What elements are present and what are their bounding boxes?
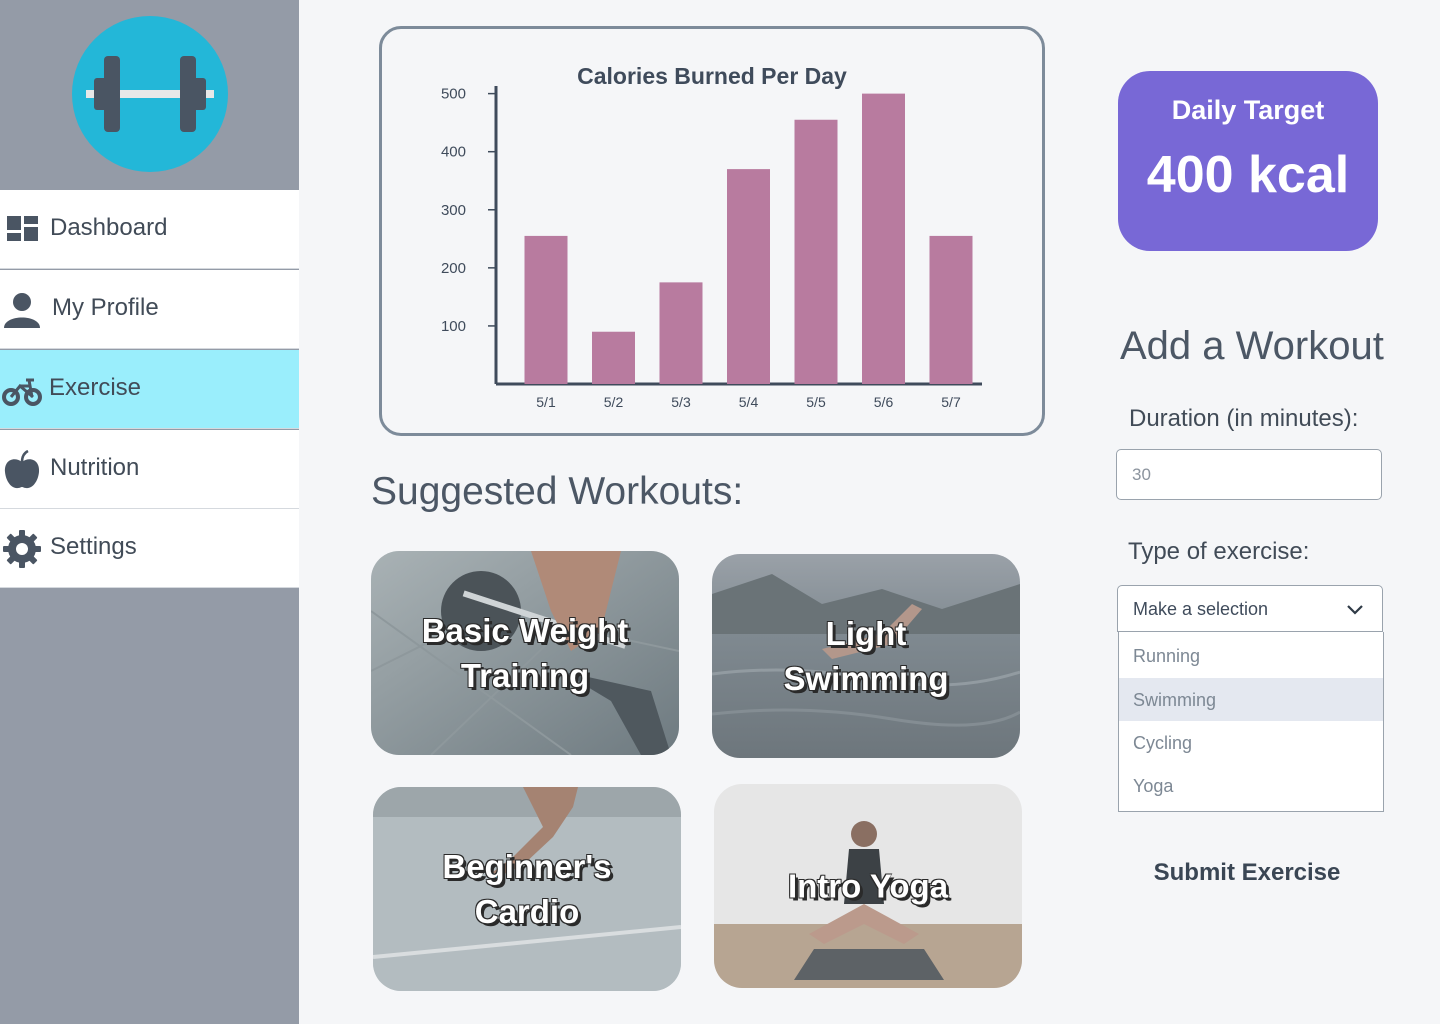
duration-input[interactable] (1116, 449, 1382, 500)
option-label: Yoga (1133, 776, 1174, 796)
bar-5-1 (524, 235, 568, 384)
y-tick-label: 200 (441, 260, 466, 277)
x-tick-label: 5/4 (739, 394, 759, 410)
bar-5-7 (929, 235, 973, 384)
option-running[interactable]: Running (1119, 634, 1383, 677)
daily-target-value: 400 kcal (1146, 146, 1350, 204)
bar-5-2 (592, 331, 635, 384)
gear-icon (3, 530, 41, 568)
sidebar-item-label: My Profile (52, 294, 159, 321)
sidebar-item-dashboard[interactable]: Dashboard (0, 190, 299, 269)
option-label: Running (1133, 646, 1201, 666)
workout-card-label: Basic Weight Training (421, 612, 629, 694)
option-label: Swimming (1133, 690, 1217, 710)
exercise-type-select[interactable]: Make a selection (1117, 585, 1383, 632)
submit-exercise-button[interactable]: Submit Exercise (1118, 855, 1376, 891)
workout-card-label: Light Swimming (783, 615, 949, 697)
y-tick-label: 500 (441, 86, 466, 103)
sidebar: Dashboard My Profile Exercise Nutrition (0, 0, 299, 1024)
workout-card-label: Intro Yoga (787, 867, 949, 905)
add-workout-title: Add a Workout (1120, 324, 1384, 368)
workout-card-weight-training[interactable]: Basic Weight Training (371, 551, 679, 755)
exercise-type-dropdown: Running Swimming Cycling Yoga (1118, 632, 1384, 812)
user-icon (4, 293, 40, 328)
logo-area (0, 0, 299, 190)
workout-card-intro-yoga[interactable]: Intro Yoga (714, 784, 1022, 988)
workout-card-label: Beginner's Cardio (442, 848, 612, 930)
bar-5-4 (727, 169, 770, 384)
dumbbell-icon[interactable] (72, 16, 228, 172)
option-yoga[interactable]: Yoga (1119, 764, 1383, 807)
option-cycling[interactable]: Cycling (1119, 721, 1383, 764)
x-tick-label: 5/5 (806, 394, 826, 410)
bar-5-3 (659, 282, 703, 384)
sidebar-item-settings[interactable]: Settings (0, 509, 299, 588)
option-label: Cycling (1133, 733, 1193, 753)
bar-5-5 (794, 119, 838, 384)
sidebar-item-exercise[interactable]: Exercise (0, 350, 299, 429)
x-tick-label: 5/2 (604, 394, 624, 410)
bicycle-icon (2, 378, 42, 406)
sidebar-item-nutrition[interactable]: Nutrition (0, 430, 299, 509)
duration-label: Duration (in minutes): (1129, 405, 1359, 432)
y-tick-label: 400 (441, 144, 466, 161)
daily-target-card: Daily Target 400 kcal (1118, 71, 1378, 251)
suggested-workouts-title: Suggested Workouts: (371, 470, 744, 513)
calories-chart-card: Calories Burned Per Day 100 200 300 400 500 5… (379, 26, 1045, 436)
option-swimming[interactable]: Swimming (1119, 678, 1383, 721)
exercise-type-label: Type of exercise: (1128, 538, 1310, 565)
x-tick-label: 5/7 (941, 394, 961, 410)
workout-card-beginners-cardio[interactable]: Beginner's Cardio (373, 787, 681, 991)
chevron-down-icon (1347, 605, 1363, 615)
x-tick-label: 5/6 (874, 394, 894, 410)
sidebar-item-label: Settings (50, 533, 137, 560)
x-tick-label: 5/3 (671, 394, 691, 410)
y-tick-label: 300 (441, 202, 466, 219)
apple-icon (4, 450, 40, 489)
workout-card-light-swimming[interactable]: Light Swimming (712, 554, 1020, 758)
sidebar-item-label: Exercise (49, 374, 142, 401)
sidebar-item-my-profile[interactable]: My Profile (0, 270, 299, 349)
sidebar-item-label: Nutrition (50, 454, 140, 481)
bar-5-6 (862, 93, 905, 384)
x-tick-label: 5/1 (536, 394, 556, 410)
dashboard-icon (7, 216, 38, 241)
y-tick-label: 100 (441, 318, 466, 335)
calories-bar-chart: 100 200 300 400 500 5/1 5/2 5/3 5/4 5/5 5/6 5/7 (441, 86, 982, 410)
select-value: Make a selection (1133, 599, 1269, 619)
daily-target-label: Daily Target (1171, 95, 1325, 125)
sidebar-item-label: Dashboard (50, 214, 168, 241)
